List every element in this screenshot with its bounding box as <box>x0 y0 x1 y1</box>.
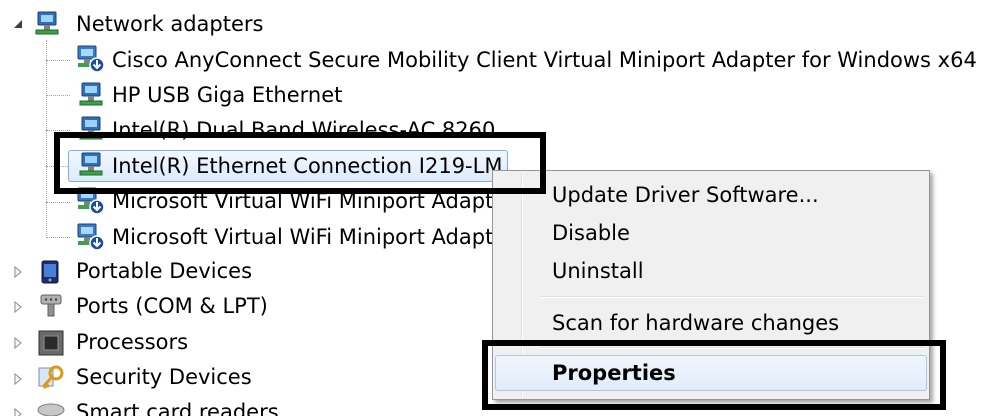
tree-connector <box>46 237 70 238</box>
device-manager-tree: Network adapters Cisco AnyConnect Secure… <box>0 0 993 416</box>
menu-item-disable[interactable]: Disable <box>495 215 927 251</box>
device-row[interactable]: HP USB Giga Ethernet <box>112 77 342 113</box>
expand-arrow-icon[interactable] <box>12 337 24 349</box>
callout-box-selected-device <box>54 132 546 194</box>
smart-card-reader-icon <box>37 403 65 416</box>
network-adapter-icon <box>35 11 59 35</box>
category-label: Processors <box>76 330 189 354</box>
tree-category-processors[interactable]: Processors <box>76 324 188 360</box>
tree-connector <box>46 40 47 238</box>
tree-category-security-devices[interactable]: Security Devices <box>76 359 252 395</box>
tree-connector <box>46 60 70 61</box>
network-adapter-icon <box>79 82 103 106</box>
network-adapter-icon <box>77 45 105 73</box>
expand-arrow-icon[interactable] <box>12 408 24 416</box>
device-label: Microsoft Virtual WiFi Miniport Adapter <box>112 225 515 249</box>
menu-item-uninstall[interactable]: Uninstall <box>495 253 927 289</box>
collapse-arrow-icon[interactable] <box>12 18 24 30</box>
security-devices-icon <box>38 365 64 390</box>
tree-connector <box>46 95 70 96</box>
network-adapter-icon <box>77 223 105 251</box>
tree-category-network-adapters[interactable]: Network adapters <box>76 6 263 42</box>
device-label: HP USB Giga Ethernet <box>112 83 343 107</box>
callout-box-properties <box>482 340 946 410</box>
category-label: Ports (COM & LPT) <box>76 294 268 318</box>
tree-category-smart-card-readers[interactable]: Smart card readers <box>76 394 279 416</box>
tree-connector <box>46 130 70 131</box>
device-row[interactable]: Cisco AnyConnect Secure Mobility Client … <box>112 42 977 78</box>
expand-arrow-icon[interactable] <box>12 301 24 313</box>
menu-item-update-driver[interactable]: Update Driver Software... <box>495 177 927 213</box>
ports-icon <box>40 294 62 317</box>
tree-category-portable-devices[interactable]: Portable Devices <box>76 253 252 289</box>
processor-icon <box>38 330 64 356</box>
tree-connector <box>46 202 70 203</box>
device-row[interactable]: Microsoft Virtual WiFi Miniport Adapter <box>112 219 515 255</box>
menu-separator <box>541 296 925 298</box>
portable-devices-icon <box>41 260 59 284</box>
tree-category-ports[interactable]: Ports (COM & LPT) <box>76 288 268 324</box>
category-label: Smart card readers <box>76 400 279 416</box>
device-label: Cisco AnyConnect Secure Mobility Client … <box>112 48 977 72</box>
category-label: Network adapters <box>76 12 264 36</box>
category-label: Security Devices <box>76 365 252 389</box>
expand-arrow-icon[interactable] <box>12 373 24 385</box>
expand-arrow-icon[interactable] <box>12 266 24 278</box>
menu-item-scan-hardware[interactable]: Scan for hardware changes <box>495 305 927 341</box>
category-label: Portable Devices <box>76 259 253 283</box>
